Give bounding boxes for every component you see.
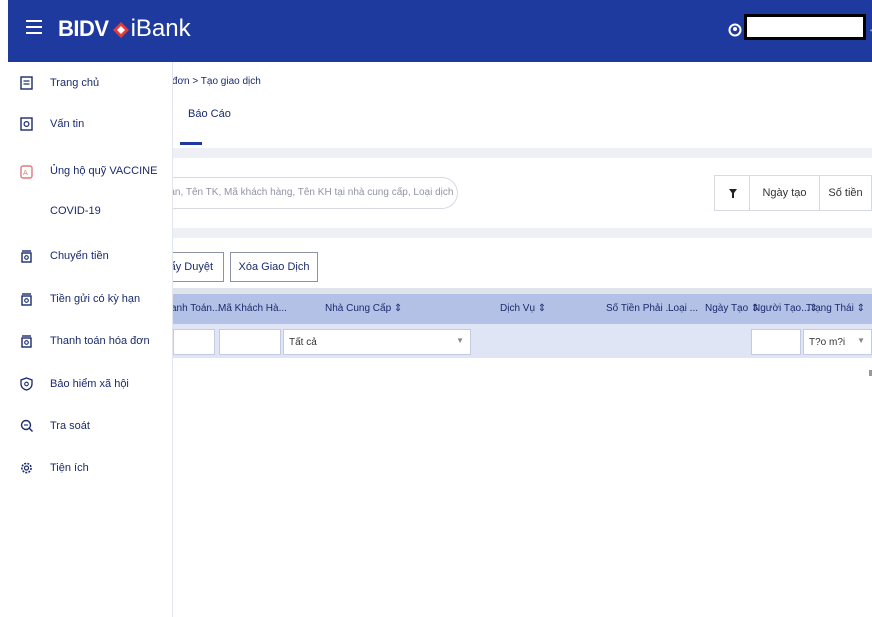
transfer-icon [21,250,32,263]
logout-arrow-icon[interactable]: ← [868,24,872,35]
inquiry-icon [20,117,33,131]
search-icon [20,419,33,432]
svg-text:A: A [23,169,28,177]
search-input[interactable]: toán, Tên TK, Mã khách hàng, Tên KH tại … [161,177,458,209]
chevron-down-icon: ▼ [857,336,865,345]
sidebar-item-label-line2: COVID-19 [50,205,101,217]
sidebar-item-lookup[interactable]: Tra soát [8,417,173,441]
column-header[interactable]: Nhà Cung Cấp ⇕ [325,303,402,314]
sidebar-item-term-deposit[interactable]: Tiền gửi có kỳ hạn [8,290,173,314]
insurance-icon [20,377,33,391]
table-filter-row: Tất cả ▼ T?o m?i ▼ [173,324,872,358]
sort-date-button[interactable]: Ngày tạo [750,175,820,211]
filter-button[interactable] [714,175,750,211]
sidebar-item-inquiry[interactable]: Vấn tin [8,115,173,139]
gear-icon [21,462,32,474]
section-divider [173,148,872,158]
deposit-icon [21,293,32,306]
column-header[interactable]: Mã Khách Hà... [218,303,287,314]
main-content: óa đơn > Tạo giao dịch Báo Cáo toán, Tên… [158,62,872,617]
user-icon[interactable] [728,21,742,39]
status-select-value: T?o m?i [809,337,846,348]
provider-select-value: Tất cả [289,337,317,348]
logo-ibank-text: iBank [130,15,191,42]
sidebar-item-home[interactable]: Trang chủ [8,74,173,98]
filter-status-select[interactable]: T?o m?i ▼ [803,329,872,355]
column-header[interactable]: Loại ... [668,303,698,314]
chevron-down-icon: ▼ [456,336,464,345]
delete-transaction-button[interactable]: Xóa Giao Dịch [230,252,318,282]
user-name-redacted[interactable] [744,14,866,40]
sidebar-item-label: Chuyển tiền [50,250,109,262]
vaccine-icon: A [20,165,33,179]
column-header[interactable]: Dịch Vụ ⇕ [500,303,546,314]
sidebar-item-social-insurance[interactable]: Bảo hiểm xã hội [8,375,173,399]
column-header[interactable]: Ngày Tạo ⇕ [705,303,759,314]
filter-icon [729,189,737,198]
filter-provider-select[interactable]: Tất cả ▼ [283,329,471,355]
bill-payment-icon [21,335,32,348]
hamburger-menu-icon[interactable] [26,20,42,34]
sidebar-item-bill-payment[interactable]: Thanh toán hóa đơn [8,332,173,356]
column-header[interactable]: Trạng Thái ⇕ [806,303,865,314]
home-icon [20,76,33,90]
app-window: BIDV iBank ← Trang chủ [0,0,872,617]
filter-customer-code-input[interactable] [219,329,281,355]
sidebar: Trang chủ Vấn tin A Ủng hộ quỹ VACCINE C… [8,62,173,617]
sidebar-item-label: Bảo hiểm xã hội [50,378,129,390]
sort-amount-button[interactable]: Số tiền [820,175,872,211]
sidebar-item-label: Vấn tin [50,118,85,130]
search-placeholder: toán, Tên TK, Mã khách hàng, Tên KH tại … [161,187,454,198]
active-tab-indicator [180,142,202,145]
column-header[interactable]: anh Toán... [171,303,220,314]
sidebar-item-label: Ủng hộ quỹ VACCINE [50,165,158,177]
breadcrumb: óa đơn > Tạo giao dịch [158,76,261,87]
logo-diamond-icon [112,22,129,38]
filter-payment-input[interactable] [173,329,215,355]
tab-report[interactable]: Báo Cáo [188,108,231,120]
sidebar-item-utilities[interactable]: Tiện ích [8,459,173,483]
sidebar-item-label: Tiện ích [50,462,89,474]
top-header: BIDV iBank ← [8,0,872,62]
sidebar-item-label: Tra soát [50,420,90,432]
sidebar-item-transfer[interactable]: Chuyển tiền [8,247,173,271]
table-header: anh Toán... Mã Khách Hà... Nhà Cung Cấp … [171,294,872,324]
sidebar-item-label: Trang chủ [50,77,100,89]
column-header[interactable]: Số Tiền Phải ... [606,303,674,314]
bidv-ibank-logo[interactable]: BIDV iBank [58,13,191,45]
sidebar-item-label: Tiền gửi có kỳ hạn [50,293,141,305]
filter-creator-input[interactable] [751,329,801,355]
sidebar-item-label: Thanh toán hóa đơn [50,335,150,347]
section-divider [173,228,872,238]
logo-bidv-text: BIDV [58,16,109,41]
sidebar-item-vaccine[interactable]: A Ủng hộ quỹ VACCINE COVID-19 [8,159,173,217]
